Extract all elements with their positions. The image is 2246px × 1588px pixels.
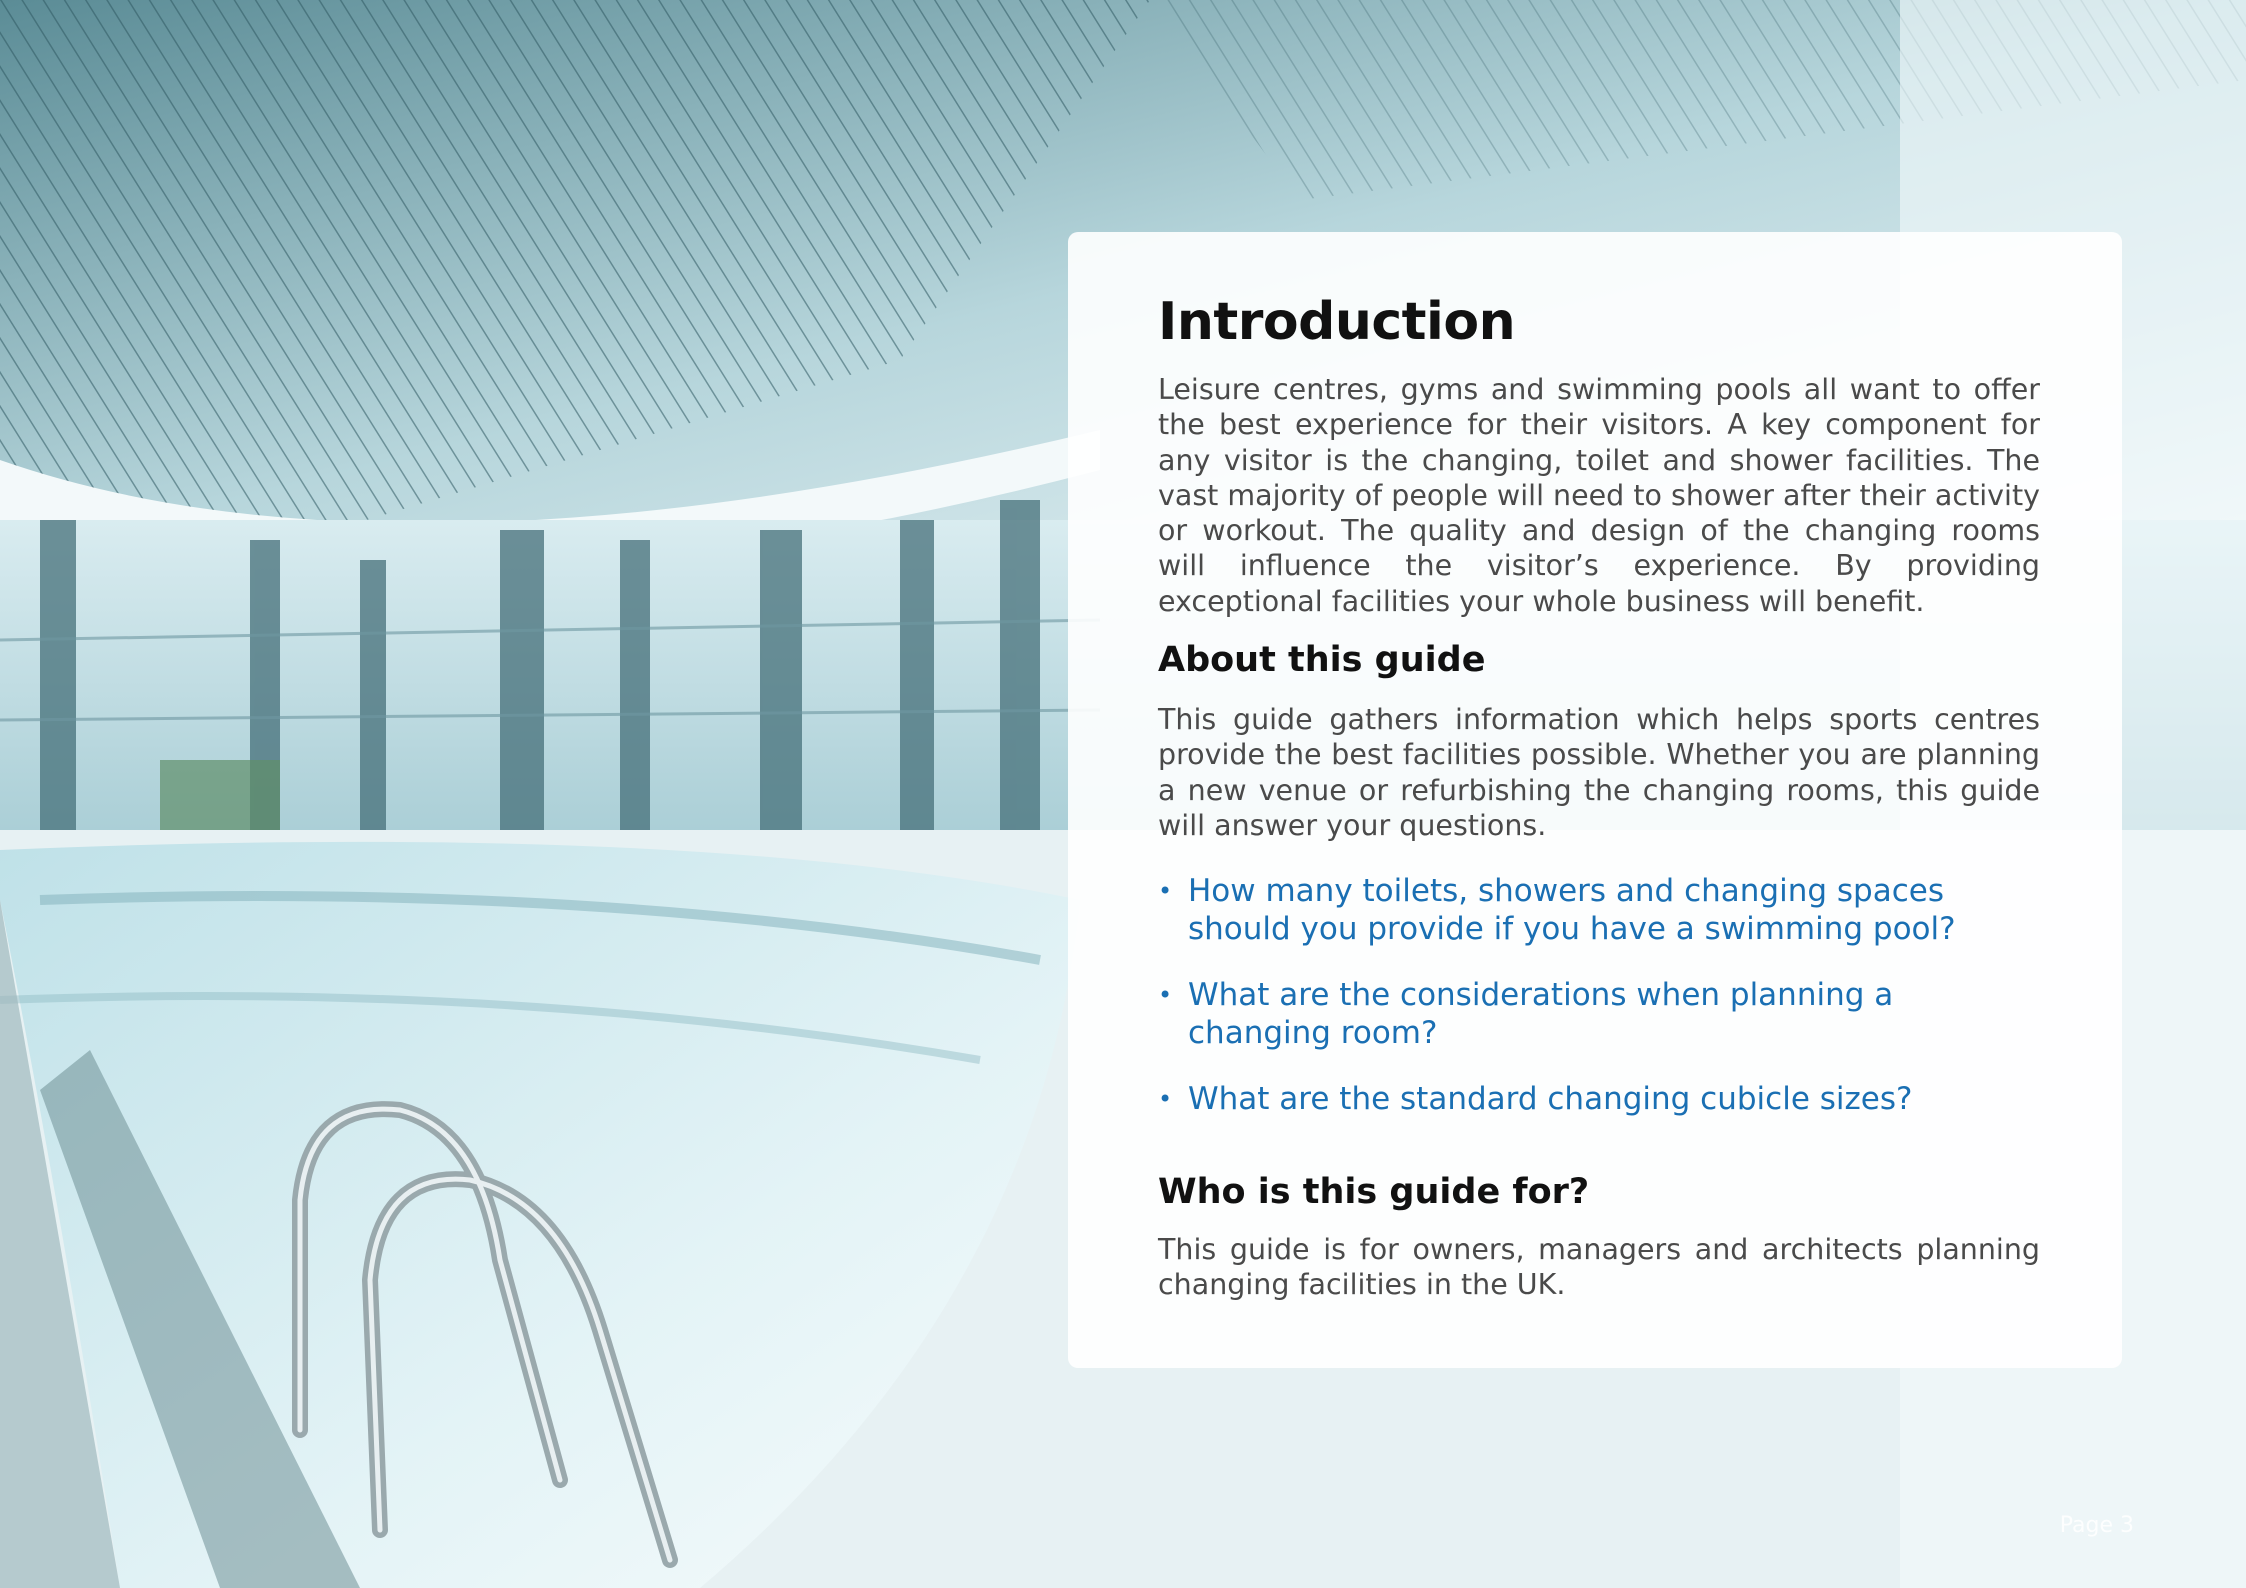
- question-item-considerations[interactable]: • What are the considerations when plann…: [1158, 976, 2040, 1052]
- about-heading: About this guide: [1158, 640, 1486, 680]
- bullet-icon: •: [1158, 1085, 1173, 1113]
- about-paragraph: This guide gathers information which hel…: [1158, 703, 2040, 842]
- intro-paragraph: Leisure centres, gyms and swimming pools…: [1158, 373, 2040, 618]
- question-item-cubicle-sizes[interactable]: • What are the standard changing cubicle…: [1158, 1080, 2040, 1118]
- page-number: Page 3: [2059, 1513, 2134, 1538]
- question-list: • How many toilets, showers and changing…: [1158, 872, 2040, 1146]
- bullet-icon: •: [1158, 981, 1173, 1009]
- content-card: Introduction Leisure centres, gyms and s…: [1068, 232, 2122, 1368]
- audience-heading: Who is this guide for?: [1158, 1172, 1590, 1212]
- bullet-icon: •: [1158, 877, 1173, 905]
- question-item-toilets[interactable]: • How many toilets, showers and changing…: [1158, 872, 2040, 948]
- question-text[interactable]: What are the standard changing cubicle s…: [1188, 1081, 1912, 1117]
- question-text[interactable]: What are the considerations when plannin…: [1188, 977, 1893, 1051]
- page-title: Introduction: [1158, 292, 1516, 352]
- question-text[interactable]: How many toilets, showers and changing s…: [1188, 873, 1956, 947]
- audience-paragraph: This guide is for owners, managers and a…: [1158, 1233, 2040, 1302]
